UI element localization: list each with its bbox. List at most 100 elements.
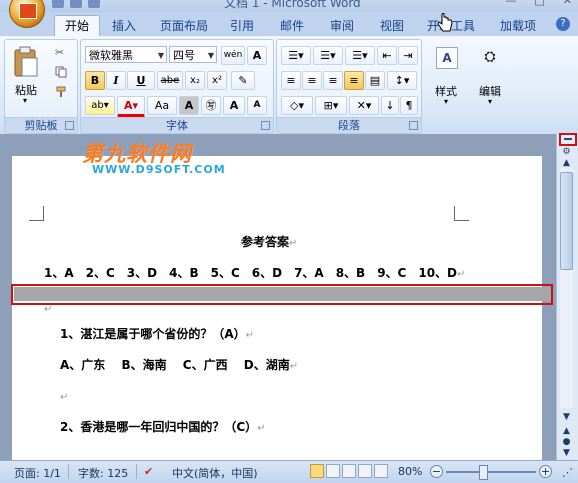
highlight-color-icon[interactable]: ab▾: [85, 96, 115, 115]
font-launcher-icon[interactable]: [261, 121, 270, 130]
page-count[interactable]: 页面: 1/1: [14, 465, 61, 481]
tab-addins[interactable]: 加载项: [492, 16, 544, 36]
tab-home[interactable]: 开始: [54, 15, 100, 38]
subscript-button[interactable]: x₂: [185, 71, 205, 90]
undo-icon[interactable]: [70, 0, 82, 8]
tab-view[interactable]: 视图: [372, 16, 412, 36]
align-right-icon[interactable]: ≡: [323, 71, 343, 90]
ribbon: 粘贴 ▾ ✂ 剪贴板 微软雅黑 ▼ 四号 ▼ wén A B I U abe x₂ …: [0, 36, 578, 135]
resize-grip-icon[interactable]: ⋰: [562, 466, 573, 479]
paste-dropdown-icon[interactable]: ▾: [18, 96, 32, 105]
close-icon[interactable]: ✕: [563, 0, 572, 7]
outline-view-icon[interactable]: [358, 464, 372, 478]
word-count[interactable]: 字数: 125: [78, 465, 128, 481]
minimize-icon[interactable]: —: [505, 0, 516, 7]
split-view-button[interactable]: [559, 133, 577, 146]
line-spacing-icon[interactable]: ↕▾: [387, 71, 417, 90]
window-controls: — □ ✕: [505, 0, 572, 7]
ribbon-tabs: 开始 插入 页面布局 引用 邮件 审阅 视图 开发工具 加载项 ?: [0, 12, 578, 38]
cut-icon[interactable]: ✂: [55, 46, 64, 59]
multilevel-list-icon[interactable]: ☰▾: [345, 46, 375, 65]
answer-heading-text: 参考答案: [241, 235, 290, 249]
superscript-button[interactable]: x²: [207, 71, 227, 90]
previous-page-icon[interactable]: ▲: [561, 426, 572, 437]
shrink-font-button[interactable]: A: [247, 96, 267, 115]
zoom-slider-track[interactable]: [446, 471, 536, 473]
strikethrough-button[interactable]: abe: [157, 71, 183, 90]
divider: [136, 464, 137, 479]
zoom-in-icon[interactable]: +: [539, 465, 552, 478]
proofing-icon[interactable]: ✔: [144, 465, 153, 478]
change-case-button[interactable]: Aa: [147, 96, 177, 115]
numbering-icon[interactable]: ☰▾: [313, 46, 343, 65]
tab-review[interactable]: 审阅: [322, 16, 362, 36]
tab-mailings[interactable]: 邮件: [272, 16, 312, 36]
styles-group[interactable]: A 样式 ▾: [424, 39, 468, 132]
redo-icon[interactable]: [88, 0, 100, 8]
browse-object-icon[interactable]: ●: [561, 437, 572, 448]
tab-insert[interactable]: 插入: [104, 16, 144, 36]
web-layout-view-icon[interactable]: [342, 464, 356, 478]
maximize-icon[interactable]: □: [534, 0, 544, 7]
italic-button[interactable]: I: [106, 71, 126, 90]
clear-formatting-icon[interactable]: ✎: [231, 71, 255, 90]
office-logo-icon: [19, 3, 37, 19]
next-page-icon[interactable]: ▼: [561, 448, 572, 459]
highlight-box: [11, 284, 553, 305]
enclose-char-icon[interactable]: ㊢: [201, 96, 221, 115]
paragraph-launcher-icon[interactable]: [409, 121, 418, 130]
tab-page-layout[interactable]: 页面布局: [152, 16, 216, 36]
zoom-out-icon[interactable]: −: [430, 465, 443, 478]
distributed-icon[interactable]: ▤: [365, 71, 385, 90]
chevron-down-icon: ▾: [443, 97, 448, 106]
scrollbar-thumb[interactable]: [560, 172, 573, 270]
question-2-text: 2、香港是哪一年回归中国的？（C）: [60, 420, 258, 434]
bullets-icon[interactable]: ☰▾: [281, 46, 311, 65]
document-page[interactable]: [12, 156, 542, 460]
question-1-options: A、广东 B、海南 C、广西 D、湖南↵: [60, 356, 298, 373]
clipboard-launcher-icon[interactable]: [65, 121, 74, 130]
paragraph-mark: ↵: [44, 304, 53, 315]
chinese-layout-icon[interactable]: ✕▾: [349, 96, 379, 115]
borders-icon[interactable]: ⊞▾: [315, 96, 347, 115]
zoom-slider-thumb[interactable]: [479, 465, 488, 480]
vertical-scrollbar[interactable]: ⚙ ▲ ▼ ▲ ● ▼: [556, 133, 578, 460]
title-bar: 文档 1 - Microsoft Word — □ ✕: [0, 0, 578, 12]
draft-view-icon[interactable]: [374, 464, 388, 478]
underline-button[interactable]: U: [127, 71, 155, 90]
font-name-select[interactable]: 微软雅黑 ▼: [85, 46, 167, 63]
copy-icon[interactable]: [55, 66, 67, 81]
char-shading-icon[interactable]: A: [179, 96, 199, 115]
justify-icon[interactable]: ≡: [344, 71, 364, 90]
paragraph-mark: ↵: [245, 330, 255, 341]
align-left-icon[interactable]: ≡: [281, 71, 301, 90]
show-marks-icon[interactable]: ¶: [400, 96, 418, 115]
help-icon[interactable]: ?: [556, 17, 570, 31]
format-painter-icon[interactable]: [55, 86, 67, 101]
question-1-text: 1、湛江是属于哪个省份的？（A）: [60, 327, 246, 341]
paste-icon[interactable]: [13, 46, 39, 81]
phonetic-guide-icon[interactable]: wén: [221, 46, 245, 65]
align-center-icon[interactable]: ≡: [302, 71, 322, 90]
empty-paragraph: ↵: [44, 301, 52, 315]
font-size-select[interactable]: 四号 ▼: [169, 46, 217, 63]
bold-button[interactable]: B: [85, 71, 105, 90]
char-border-icon[interactable]: A: [247, 46, 267, 65]
grow-font-button[interactable]: A: [223, 96, 245, 115]
shading-icon[interactable]: ◇▾: [281, 96, 313, 115]
decrease-indent-icon[interactable]: ⇤: [377, 46, 397, 65]
language-indicator[interactable]: 中文(简体，中国): [172, 465, 258, 481]
styles-icon: A: [436, 47, 458, 69]
scroll-down-icon[interactable]: ▼: [561, 412, 572, 423]
editing-group[interactable]: ⛭ 编辑 ▾: [470, 39, 510, 132]
answer-list: 1、A 2、C 3、D 4、B 5、C 6、D 7、A 8、B 9、C 10、D…: [44, 264, 465, 281]
full-screen-view-icon[interactable]: [326, 464, 340, 478]
zoom-level[interactable]: 80%: [398, 465, 422, 478]
ruler-toggle-icon[interactable]: ⚙: [561, 147, 572, 158]
tab-references[interactable]: 引用: [222, 16, 262, 36]
save-icon[interactable]: [52, 0, 64, 8]
increase-indent-icon[interactable]: ⇥: [398, 46, 418, 65]
print-layout-view-icon[interactable]: [310, 464, 324, 478]
font-color-icon[interactable]: A▾: [117, 96, 145, 117]
sort-icon[interactable]: ↓: [381, 96, 399, 115]
